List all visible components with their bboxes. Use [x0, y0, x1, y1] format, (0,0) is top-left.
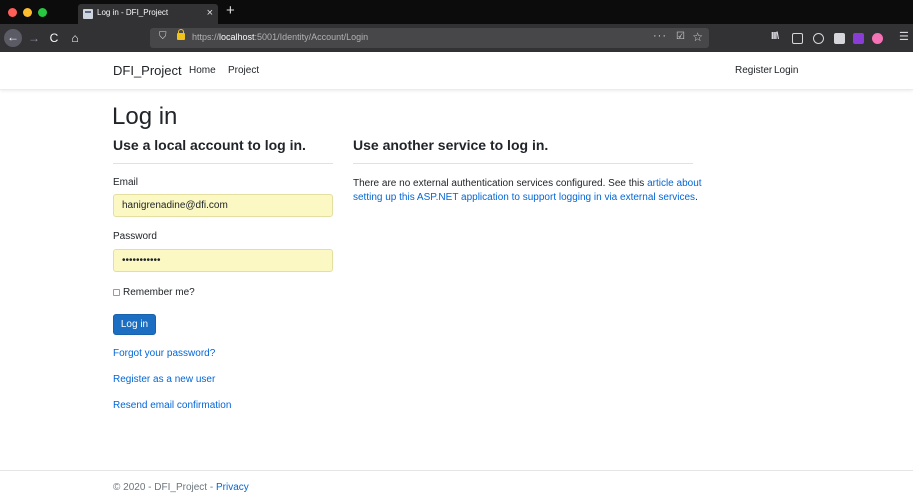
page-title: Log in	[112, 103, 178, 130]
menu-icon[interactable]: ☰	[899, 30, 910, 43]
sidebar-icon[interactable]	[792, 33, 803, 44]
library-icon[interactable]: III\	[771, 31, 782, 42]
local-account-heading: Use a local account to log in.	[113, 137, 306, 153]
forgot-password-link[interactable]: Forgot your password?	[113, 348, 215, 359]
footer-divider	[0, 470, 913, 471]
privacy-link[interactable]: Privacy	[216, 482, 249, 493]
brand-link[interactable]: DFI_Project	[113, 63, 182, 78]
footer: © 2020 - DFI_Project - Privacy	[113, 482, 249, 493]
nav-link-project[interactable]: Project	[228, 65, 259, 76]
browser-toolbar: ← → C ⌂ ⛉ https://localhost:5001/Identit…	[0, 24, 913, 52]
window-zoom-button[interactable]	[38, 8, 47, 17]
external-text-before: There are no external authentication ser…	[353, 178, 648, 189]
reload-icon[interactable]: C	[47, 29, 61, 47]
nav-link-login[interactable]: Login	[774, 65, 798, 76]
divider	[353, 163, 693, 164]
remember-me-checkbox[interactable]	[113, 289, 120, 296]
pocket-icon[interactable]: ☑	[676, 31, 685, 42]
window-close-button[interactable]	[8, 8, 17, 17]
nav-link-home[interactable]: Home	[189, 65, 216, 76]
tab-title: Log in - DFI_Project	[97, 8, 169, 17]
password-field[interactable]	[113, 249, 333, 272]
external-service-heading: Use another service to log in.	[353, 137, 549, 153]
new-tab-icon[interactable]: +	[226, 2, 235, 20]
forward-icon[interactable]: →	[27, 29, 41, 47]
lock-icon[interactable]	[177, 29, 185, 40]
shield-icon[interactable]: ⛉	[159, 31, 167, 42]
login-button[interactable]: Log in	[113, 314, 156, 335]
remember-me-label[interactable]: Remember me?	[123, 287, 195, 298]
extension-icon[interactable]	[834, 33, 845, 44]
address-bar[interactable]: ⛉ https://localhost:5001/Identity/Accoun…	[150, 28, 709, 48]
site-navbar: DFI_Project Home Project Register Login	[0, 52, 913, 90]
external-text-after: .	[695, 191, 698, 203]
bookmark-star-icon[interactable]: ☆	[692, 30, 703, 44]
browser-tab-active[interactable]: Log in - DFI_Project ×	[78, 4, 218, 24]
window-minimize-button[interactable]	[23, 8, 32, 17]
tab-close-icon[interactable]: ×	[207, 6, 213, 20]
account-icon[interactable]	[813, 33, 824, 44]
email-field[interactable]	[113, 194, 333, 217]
extension-icon[interactable]	[872, 33, 883, 44]
page-actions-icon[interactable]: ···	[653, 30, 667, 42]
nav-link-register[interactable]: Register	[735, 65, 772, 76]
password-label: Password	[113, 231, 157, 242]
back-icon[interactable]: ←	[4, 29, 22, 47]
divider	[113, 163, 333, 164]
external-auth-message: There are no external authentication ser…	[353, 177, 713, 204]
email-label: Email	[113, 177, 139, 188]
browser-tab-bar: Log in - DFI_Project × +	[0, 0, 913, 24]
footer-copyright: © 2020 - DFI_Project -	[113, 482, 216, 493]
extension-icon[interactable]	[853, 33, 864, 44]
page-favicon-icon	[83, 9, 93, 19]
resend-confirmation-link[interactable]: Resend email confirmation	[113, 400, 231, 411]
url-host: localhost	[219, 32, 255, 42]
url-scheme: https://	[192, 32, 220, 42]
url-text[interactable]: https://localhost:5001/Identity/Account/…	[192, 32, 368, 42]
home-icon[interactable]: ⌂	[68, 29, 82, 47]
register-link[interactable]: Register as a new user	[113, 374, 215, 385]
url-path: :5001/Identity/Account/Login	[254, 32, 369, 42]
